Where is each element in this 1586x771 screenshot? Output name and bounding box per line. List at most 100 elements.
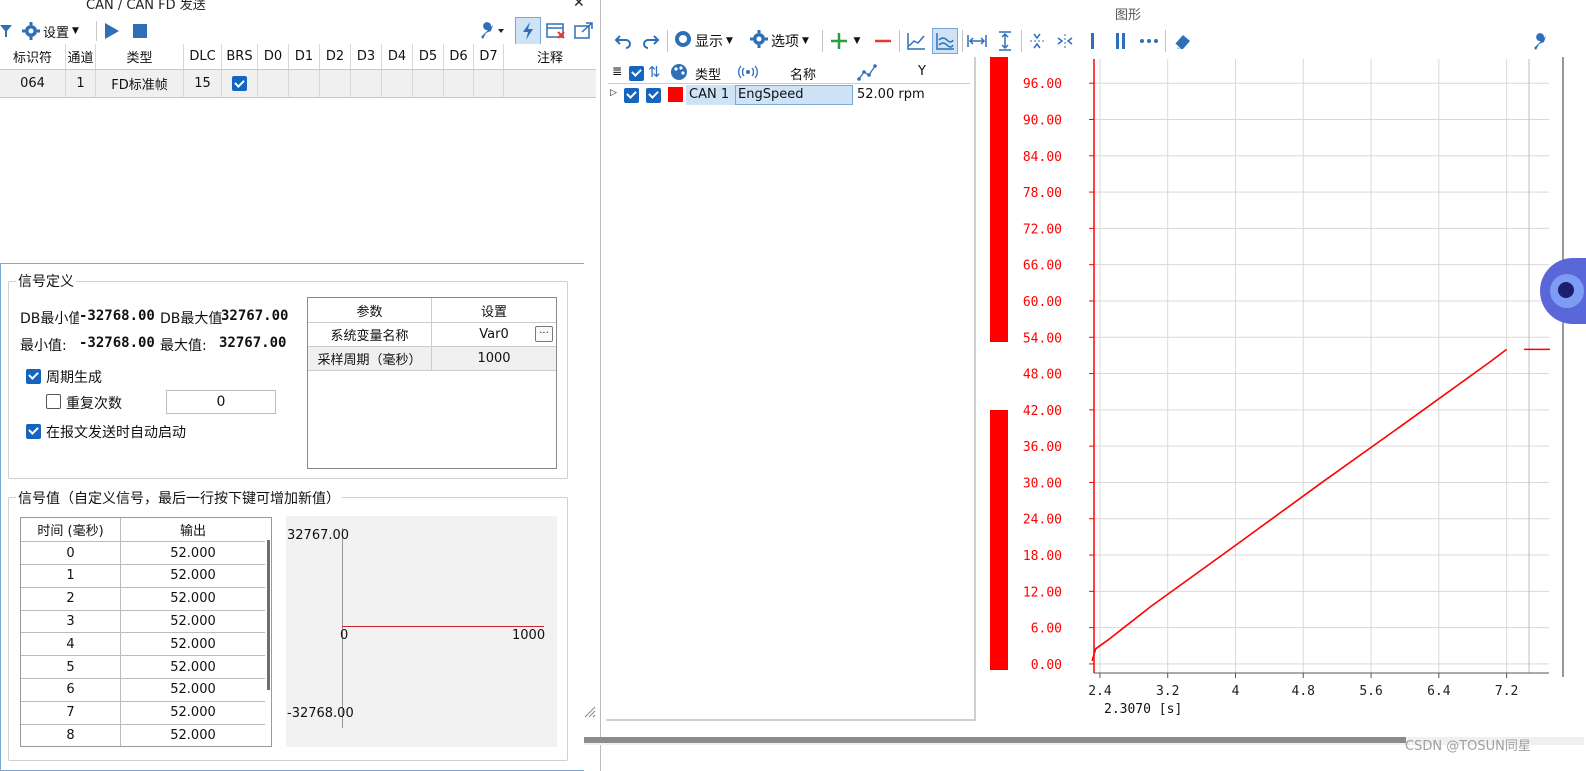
header-brs[interactable]: BRS [222,44,258,69]
header-channel[interactable]: 通道 [66,44,96,69]
line-chart-icon[interactable] [905,30,927,52]
header-y-label[interactable]: Y [918,64,926,79]
table-row[interactable]: 5 52.000 [21,656,265,679]
cell-d7[interactable] [474,70,504,97]
output-cell[interactable]: 52.000 [121,702,265,724]
time-cell[interactable]: 3 [21,610,121,633]
eraser-icon[interactable] [1171,30,1193,52]
param-period-value[interactable]: 1000 [432,347,556,371]
visible-checkbox[interactable] [624,87,639,103]
cell-dlc[interactable]: 15 [184,70,222,97]
min-value[interactable]: -32768.00 [79,335,155,351]
resize-grip-icon[interactable] [584,706,596,718]
undo-icon[interactable] [612,30,634,52]
max-value[interactable]: 32767.00 [219,335,286,351]
scrollbar-thumb[interactable] [267,540,270,690]
fit-horizontal-icon[interactable] [966,30,988,52]
output-cell[interactable]: 52.000 [121,588,265,610]
time-cell[interactable]: 5 [21,656,121,678]
repeat-count-input[interactable]: 0 [166,390,276,414]
repeat-checkbox[interactable] [46,394,61,413]
col-output-header[interactable]: 输出 [121,518,265,541]
output-cell[interactable]: 52.000 [121,656,265,678]
flip-horizontal-icon[interactable] [1054,30,1076,52]
col-time-header[interactable]: 时间 (毫秒) [21,518,121,541]
fit-vertical-icon[interactable] [994,30,1016,52]
options-menu-button[interactable]: 选项 ▼ [750,30,809,52]
double-cursor-icon[interactable] [1110,30,1132,52]
wrench-icon[interactable] [478,19,506,43]
periodic-checkbox[interactable] [26,368,41,384]
expand-icon[interactable]: ▷ [610,88,617,98]
header-d0[interactable]: D0 [258,44,289,69]
table-row[interactable]: 4 52.000 [21,633,265,657]
legend-row[interactable]: ▷ CAN 1 EngSpeed 52.00 rpm [608,85,970,105]
table-row[interactable]: 6 52.000 [21,678,265,702]
cell-type[interactable]: FD标准帧 [96,70,184,97]
time-cell[interactable]: 1 [21,564,121,587]
flip-vertical-icon[interactable] [1026,30,1048,52]
header-id[interactable]: 标识符 [0,44,66,69]
time-cell[interactable]: 4 [21,633,121,656]
header-type-label[interactable]: 类型 [695,64,721,83]
enabled-checkbox[interactable] [646,87,661,103]
brs-checkbox[interactable] [222,70,258,97]
series-color-swatch[interactable] [668,87,683,102]
header-d6[interactable]: D6 [444,44,474,69]
cell-channel[interactable]: 1 [66,70,96,97]
stacked-view-icon[interactable] [932,28,958,54]
cell-d1[interactable] [289,70,320,97]
output-cell[interactable]: 52.000 [121,565,265,587]
select-all-checkbox[interactable] [629,65,644,81]
autostart-checkbox[interactable] [26,423,41,439]
close-icon[interactable]: ✕ [573,0,585,11]
remove-signal-icon[interactable] [872,30,894,52]
output-cell[interactable]: 52.000 [121,633,265,655]
header-d3[interactable]: D3 [351,44,382,69]
header-comment[interactable]: 注释 [504,44,596,69]
table-row[interactable]: 2 52.000 [21,587,265,611]
window-close-icon[interactable] [546,19,566,43]
sort-icon[interactable]: ⇅ [648,63,661,81]
cell-d0[interactable] [258,70,289,97]
time-cell[interactable]: 0 [21,542,121,564]
header-d5[interactable]: D5 [413,44,444,69]
param-sysvar-value[interactable]: Var0 ··· [432,323,556,347]
cell-d5[interactable] [413,70,444,97]
output-cell[interactable]: 52.000 [121,724,265,746]
header-d4[interactable]: D4 [382,44,413,69]
header-d2[interactable]: D2 [320,44,351,69]
table-row[interactable]: 1 52.000 [21,564,265,588]
table-row[interactable]: 7 52.000 [21,701,265,725]
time-cell[interactable]: 8 [21,724,121,746]
output-cell[interactable]: 52.000 [121,542,265,564]
header-d1[interactable]: D1 [289,44,320,69]
cell-comment[interactable] [504,70,596,97]
stop-icon[interactable] [132,19,148,43]
add-signal-icon[interactable] [828,30,850,52]
output-cell[interactable]: 52.000 [121,610,265,632]
redo-icon[interactable] [640,30,662,52]
table-row[interactable]: 0 52.000 [21,542,265,565]
filter-icon[interactable] [0,19,12,43]
header-type[interactable]: 类型 [96,44,184,69]
single-cursor-icon[interactable] [1082,30,1104,52]
header-d7[interactable]: D7 [474,44,504,69]
palette-icon[interactable] [670,63,688,85]
output-cell[interactable]: 52.000 [121,679,265,701]
cell-d4[interactable] [382,70,413,97]
play-icon[interactable] [104,19,120,43]
header-dlc[interactable]: DLC [184,44,222,69]
db-min-value[interactable]: -32768.00 [79,308,155,324]
browse-button[interactable]: ··· [535,326,553,342]
more-icon[interactable] [1138,30,1160,52]
legend-name[interactable]: EngSpeed [735,85,853,105]
display-menu-button[interactable]: 显示 ▼ [674,30,733,52]
undock-icon[interactable] [574,19,594,43]
header-name-label[interactable]: 名称 [790,64,816,83]
time-cell[interactable]: 6 [21,678,121,701]
wrench-icon[interactable] [1530,30,1552,52]
legend-type[interactable]: CAN 1 [686,85,738,105]
cell-d3[interactable] [351,70,382,97]
time-cell[interactable]: 7 [21,701,121,724]
